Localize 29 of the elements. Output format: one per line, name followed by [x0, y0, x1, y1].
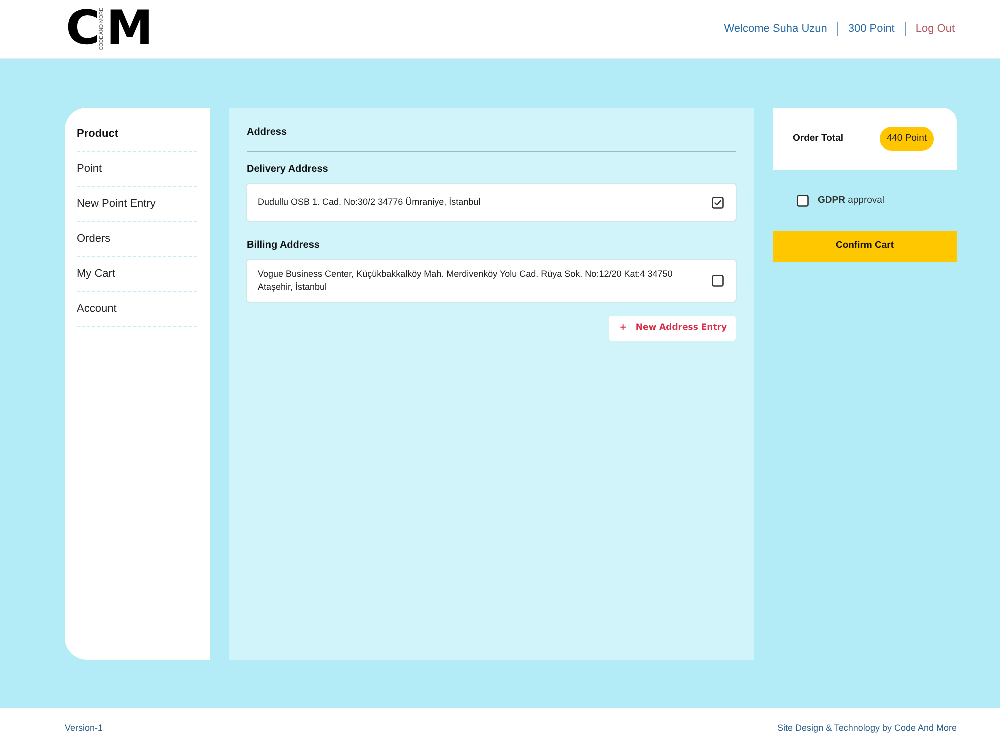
points-link[interactable]: 300 Point [848, 20, 895, 38]
address-text: Dudullu OSB 1. Cad. No:30/2 34776 Ümraniye, İstanbul [258, 196, 481, 209]
sidebar-item[interactable]: Orders [77, 231, 197, 257]
order-total-badge: 440 Point [880, 127, 934, 151]
address-card[interactable]: Vogue Business Center, Küçükbakkalköy Mah. Merdivenköy Yolu Cad. Rüya Sok. No:12/20 Kat:4 34750 Ataşehir, İstanbul [247, 260, 736, 302]
gdpr-label: GDPR approval [818, 194, 885, 208]
credit-text: Site Design & Technology by Code And More [778, 722, 957, 736]
sidebar-item[interactable]: My Cart [77, 266, 197, 292]
sidebar-item[interactable]: Account [77, 301, 197, 327]
confirm-cart-button[interactable]: Confirm Cart [773, 231, 957, 262]
address-heading: Billing Address [247, 240, 321, 252]
sidebar-item[interactable]: New Point Entry [77, 196, 197, 222]
checkbox[interactable] [712, 196, 724, 208]
welcome-link[interactable]: Welcome Suha Uzun [724, 20, 828, 38]
logo-letter: M [106, 9, 152, 49]
address-text: Vogue Business Center, Küçükbakkalköy Mah. Merdivenköy Yolu Cad. Rüya Sok. No:12/20 Kat:4 34750 Ataşehir, İstanbul [258, 268, 674, 294]
version-text: Version-1 [65, 722, 104, 736]
sidebar-item[interactable]: Point [77, 161, 197, 187]
logo-letter: C [66, 9, 98, 49]
sidebar-item[interactable]: Product [77, 126, 197, 152]
address-card[interactable]: Dudullu OSB 1. Cad. No:30/2 34776 Ümraniye, İstanbul [247, 184, 736, 221]
checkbox[interactable] [797, 195, 809, 208]
address-heading: Delivery Address [247, 164, 330, 176]
plus-icon: + [620, 322, 627, 335]
new-address-button[interactable]: + New Address Entry [608, 316, 736, 341]
checkbox[interactable] [712, 275, 724, 287]
section-title: Address [247, 127, 288, 139]
order-total-label: Order Total [793, 132, 844, 146]
logout-link[interactable]: Log Out [916, 20, 955, 38]
